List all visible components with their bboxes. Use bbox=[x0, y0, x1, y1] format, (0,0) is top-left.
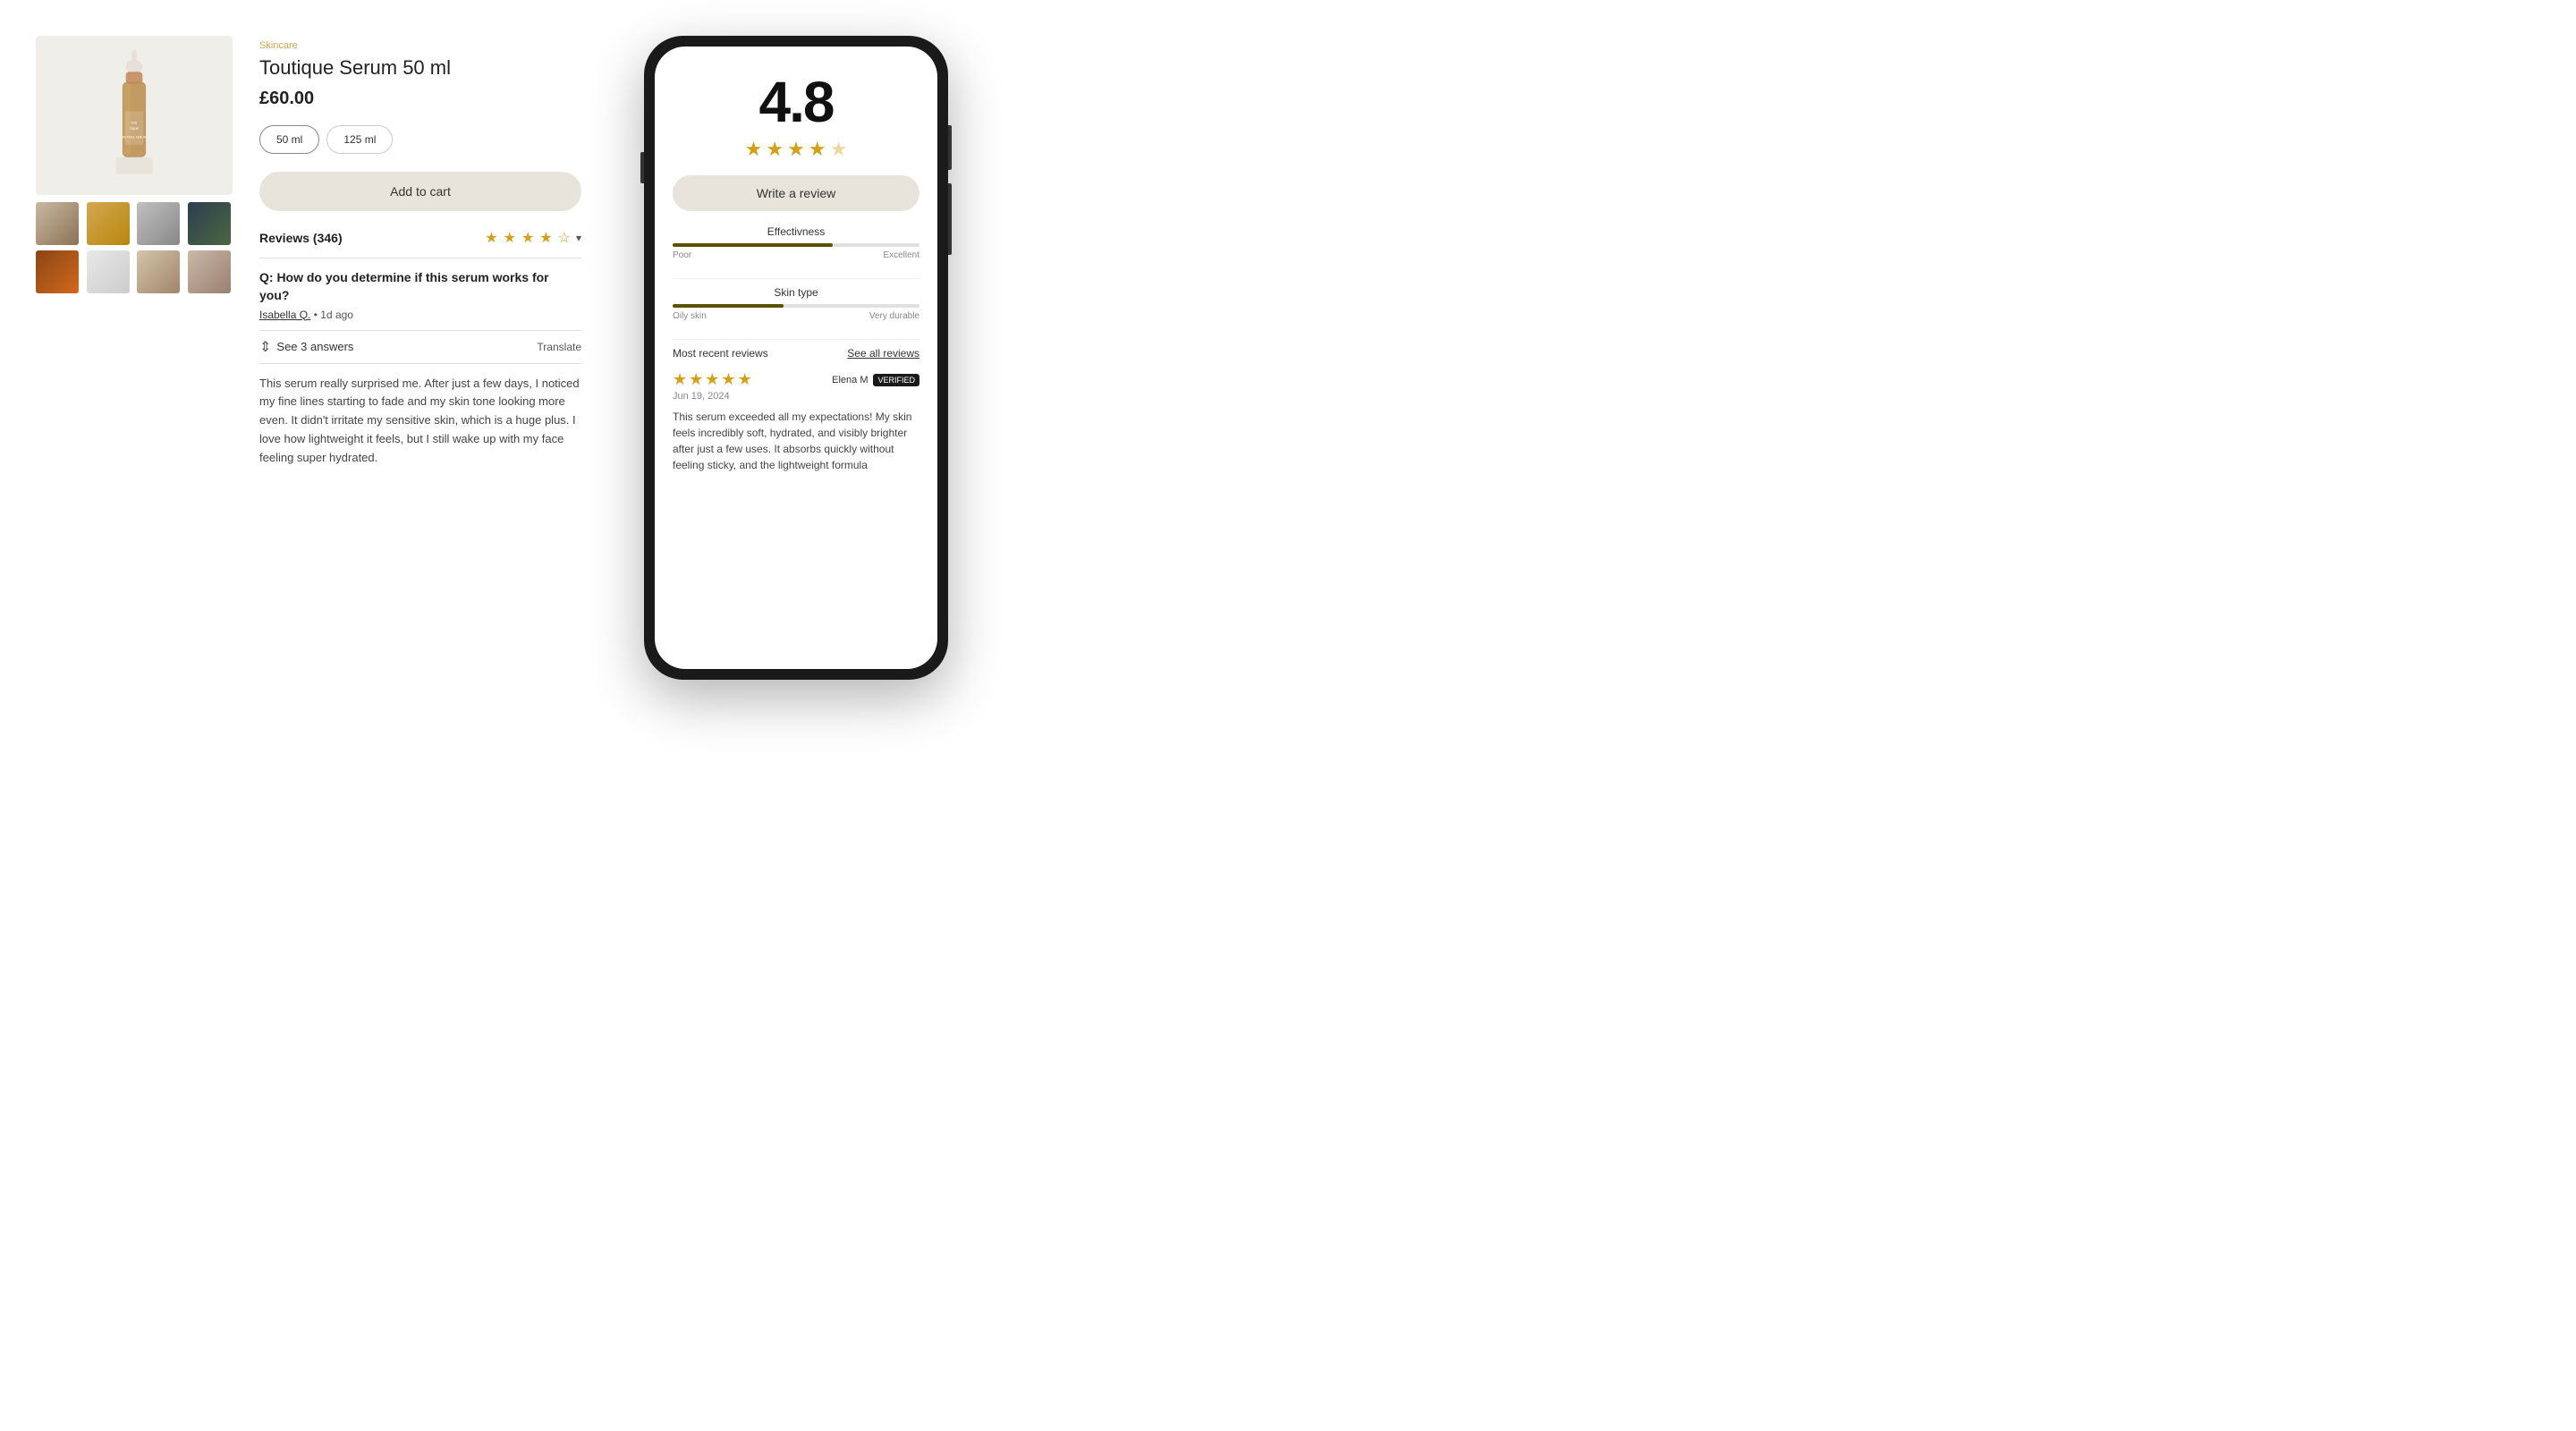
review-star-5: ★ bbox=[738, 370, 752, 389]
phone-screen: 4.8 ★ ★ ★ ★ ★ Write a review Effectivnes… bbox=[655, 47, 937, 669]
star-half: ☆ bbox=[558, 229, 571, 247]
phone-volume-button bbox=[640, 152, 644, 183]
thumbnail-3[interactable] bbox=[137, 202, 180, 245]
size-50ml-button[interactable]: 50 ml bbox=[259, 125, 319, 154]
effectiveness-labels: Poor Excellent bbox=[673, 250, 919, 260]
product-details-section: Skincare Toutique Serum 50 ml £60.00 50 … bbox=[259, 36, 581, 468]
main-product-image: tou tique RETINOL SERUM bbox=[36, 36, 233, 195]
review-text: This serum really surprised me. After ju… bbox=[259, 375, 581, 468]
phone-section: 4.8 ★ ★ ★ ★ ★ Write a review Effectivnes… bbox=[608, 36, 984, 680]
see-answers-label: See 3 answers bbox=[276, 340, 353, 353]
review-card-stars: ★ ★ ★ ★ ★ bbox=[673, 370, 752, 389]
phone-star-3: ★ bbox=[787, 138, 805, 161]
svg-text:tou: tou bbox=[131, 121, 138, 125]
skintype-metric: Skin type Oily skin Very durable bbox=[673, 286, 919, 321]
qa-meta: Isabella Q. • 1d ago bbox=[259, 309, 581, 321]
effectiveness-label-left: Poor bbox=[673, 250, 691, 260]
phone-star-4: ★ bbox=[809, 138, 826, 161]
qa-time: 1d ago bbox=[320, 309, 353, 321]
thumbnail-2[interactable] bbox=[87, 202, 130, 245]
phone-star-2: ★ bbox=[766, 138, 784, 161]
write-review-button[interactable]: Write a review bbox=[673, 175, 919, 211]
skintype-label-right: Very durable bbox=[869, 311, 919, 321]
size-options: 50 ml 125 ml bbox=[259, 125, 581, 154]
thumbnail-7[interactable] bbox=[137, 250, 180, 293]
effectiveness-metric: Effectivness Poor Excellent bbox=[673, 225, 919, 260]
thumbnail-grid bbox=[36, 202, 233, 293]
reviewer-name: Elena M bbox=[832, 375, 868, 385]
qa-author-link[interactable]: Isabella Q. bbox=[259, 309, 310, 321]
reviews-stars-row: ★ ★ ★ ★ ☆ ▾ bbox=[485, 229, 581, 247]
thumbnail-4[interactable] bbox=[188, 202, 231, 245]
product-images-section: tou tique RETINOL SERUM bbox=[36, 36, 233, 293]
phone-star-1: ★ bbox=[745, 138, 763, 161]
phone-divider-2 bbox=[673, 339, 919, 340]
verified-badge: VERIFIED bbox=[873, 374, 919, 386]
featured-review-card: ★ ★ ★ ★ ★ Elena M VERIFIED Jun 19, 2024 … bbox=[673, 370, 919, 473]
star-3: ★ bbox=[521, 229, 534, 247]
see-all-reviews-link[interactable]: See all reviews bbox=[847, 347, 919, 360]
star-2: ★ bbox=[504, 229, 516, 247]
svg-text:RETINOL SERUM: RETINOL SERUM bbox=[123, 135, 147, 139]
review-body: This serum exceeded all my expectations!… bbox=[673, 409, 919, 473]
review-star-3: ★ bbox=[705, 370, 719, 389]
phone-mockup: 4.8 ★ ★ ★ ★ ★ Write a review Effectivnes… bbox=[644, 36, 948, 680]
effectiveness-label: Effectivness bbox=[673, 225, 919, 238]
page-wrapper: tou tique RETINOL SERUM Skincare Toutiqu… bbox=[0, 0, 1288, 716]
review-date: Jun 19, 2024 bbox=[673, 391, 919, 402]
product-name: Toutique Serum 50 ml bbox=[259, 56, 581, 80]
star-1: ★ bbox=[485, 229, 497, 247]
reviews-title: Reviews (346) bbox=[259, 231, 343, 245]
effectiveness-label-right: Excellent bbox=[883, 250, 919, 260]
see-answers-button[interactable]: ⇕ See 3 answers bbox=[259, 338, 353, 356]
qa-section: Q: How do you determine if this serum wo… bbox=[259, 269, 581, 467]
reviews-chevron-icon[interactable]: ▾ bbox=[576, 232, 581, 244]
skintype-labels: Oily skin Very durable bbox=[673, 311, 919, 321]
add-to-cart-button[interactable]: Add to cart bbox=[259, 172, 581, 211]
skintype-label: Skin type bbox=[673, 286, 919, 299]
translate-button[interactable]: Translate bbox=[537, 341, 581, 353]
phone-star-half: ★ bbox=[830, 138, 848, 161]
skintype-bar-track bbox=[673, 304, 919, 308]
phone-rating-number: 4.8 bbox=[759, 73, 834, 131]
most-recent-label: Most recent reviews bbox=[673, 347, 768, 360]
skintype-bar-fill bbox=[673, 304, 784, 308]
product-category: Skincare bbox=[259, 40, 581, 51]
effectiveness-bar-track bbox=[673, 243, 919, 247]
reviews-header: Reviews (346) ★ ★ ★ ★ ☆ ▾ bbox=[259, 229, 581, 247]
skintype-label-left: Oily skin bbox=[673, 311, 707, 321]
thumbnail-6[interactable] bbox=[87, 250, 130, 293]
star-4: ★ bbox=[539, 229, 552, 247]
size-125ml-button[interactable]: 125 ml bbox=[326, 125, 393, 154]
svg-text:tique: tique bbox=[130, 127, 138, 131]
effectiveness-bar-fill bbox=[673, 243, 833, 247]
product-price: £60.00 bbox=[259, 89, 581, 109]
thumbnail-1[interactable] bbox=[36, 202, 79, 245]
phone-divider-1 bbox=[673, 278, 919, 279]
see-answers-row: ⇕ See 3 answers Translate bbox=[259, 330, 581, 364]
review-card-header: ★ ★ ★ ★ ★ Elena M VERIFIED bbox=[673, 370, 919, 389]
updown-arrows-icon: ⇕ bbox=[259, 338, 271, 356]
phone-rating-stars: ★ ★ ★ ★ ★ bbox=[745, 138, 848, 161]
thumbnail-5[interactable] bbox=[36, 250, 79, 293]
qa-question: Q: How do you determine if this serum wo… bbox=[259, 269, 581, 304]
review-star-1: ★ bbox=[673, 370, 687, 389]
thumbnail-8[interactable] bbox=[188, 250, 231, 293]
reviewer-info: Elena M VERIFIED bbox=[832, 374, 919, 386]
reviews-nav: Most recent reviews See all reviews bbox=[673, 347, 919, 360]
review-star-4: ★ bbox=[721, 370, 735, 389]
review-star-2: ★ bbox=[689, 370, 703, 389]
